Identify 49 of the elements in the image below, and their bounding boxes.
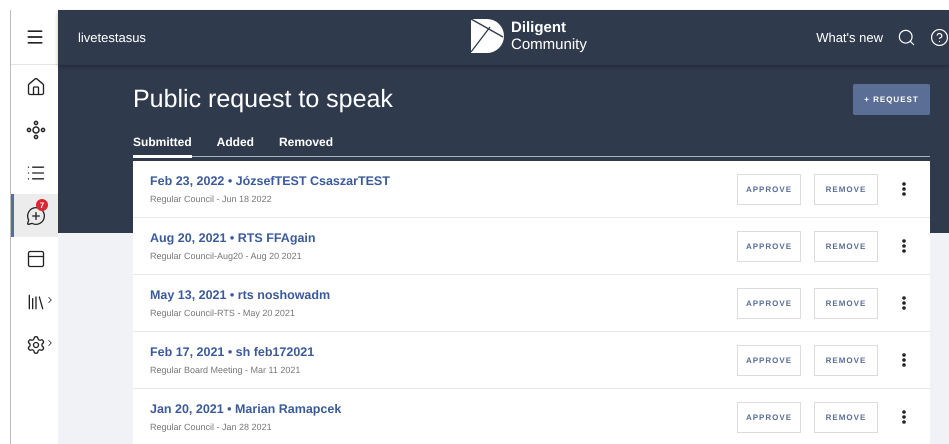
logo-title: Diligent	[511, 18, 567, 36]
meeting-label: Regular Council-RTS - May 20 2021	[150, 308, 296, 318]
logo-icon	[470, 18, 505, 53]
more-icon	[902, 182, 906, 196]
request-title[interactable]: May 13, 2021 • rts noshowadm	[150, 288, 724, 302]
logo-subtitle: Community	[511, 36, 587, 52]
meeting-label: Regular Council-Aug20 - Aug 20 2021	[150, 251, 303, 261]
search-button[interactable]	[897, 28, 916, 47]
more-options-button[interactable]	[902, 182, 906, 196]
tab[interactable]: Added	[216, 135, 254, 158]
nodes-icon	[26, 120, 46, 140]
meeting-label: Regular Council - Jun 18 2022	[150, 194, 273, 204]
remove-button[interactable]: REMOVE	[814, 402, 878, 432]
panel-icon	[26, 248, 46, 268]
remove-button[interactable]: REMOVE	[814, 230, 878, 262]
settings-icon	[26, 334, 46, 354]
tab[interactable]: Submitted	[133, 135, 192, 158]
home-icon	[26, 76, 46, 96]
more-options-button[interactable]	[902, 296, 906, 310]
approve-button[interactable]: APPROVE	[737, 230, 801, 262]
meeting-label: Regular Council - Jan 28 2021	[150, 422, 273, 432]
more-options-button[interactable]	[902, 353, 906, 367]
approve-button[interactable]: APPROVE	[737, 174, 801, 204]
whats-new-link[interactable]: What's new	[816, 30, 883, 45]
meeting-label: Regular Board Meeting - Mar 11 2021	[150, 365, 302, 375]
more-icon	[902, 410, 906, 424]
tab[interactable]: Removed	[279, 135, 334, 158]
more-icon	[902, 353, 906, 367]
request-title[interactable]: Feb 23, 2022 • JózsefTEST CsaszarTEST	[150, 174, 724, 188]
request-title[interactable]: Feb 17, 2021 • sh feb172021	[150, 345, 724, 359]
approve-button[interactable]: APPROVE	[737, 344, 801, 376]
remove-button[interactable]: REMOVE	[814, 174, 878, 204]
sidebar-item[interactable]: 7	[11, 194, 58, 237]
request-title[interactable]: Aug 20, 2021 • RTS FFAgain	[150, 231, 724, 245]
organization-name: livetestasus	[78, 30, 147, 45]
help-button[interactable]	[930, 28, 949, 47]
request-button[interactable]: + REQUEST	[853, 84, 930, 115]
approve-button[interactable]: APPROVE	[737, 402, 801, 432]
request-title[interactable]: Jan 20, 2021 • Marian Ramapcek	[150, 402, 724, 416]
remove-button[interactable]: REMOVE	[814, 288, 878, 318]
more-icon	[902, 239, 906, 253]
page-title: Public request to speak	[133, 84, 393, 114]
more-options-button[interactable]	[902, 239, 906, 253]
notification-badge: 7	[36, 199, 48, 211]
more-options-button[interactable]	[902, 410, 906, 424]
more-icon	[902, 296, 906, 310]
approve-button[interactable]: APPROVE	[737, 288, 801, 318]
remove-button[interactable]: REMOVE	[814, 344, 878, 376]
books-icon	[26, 292, 46, 312]
